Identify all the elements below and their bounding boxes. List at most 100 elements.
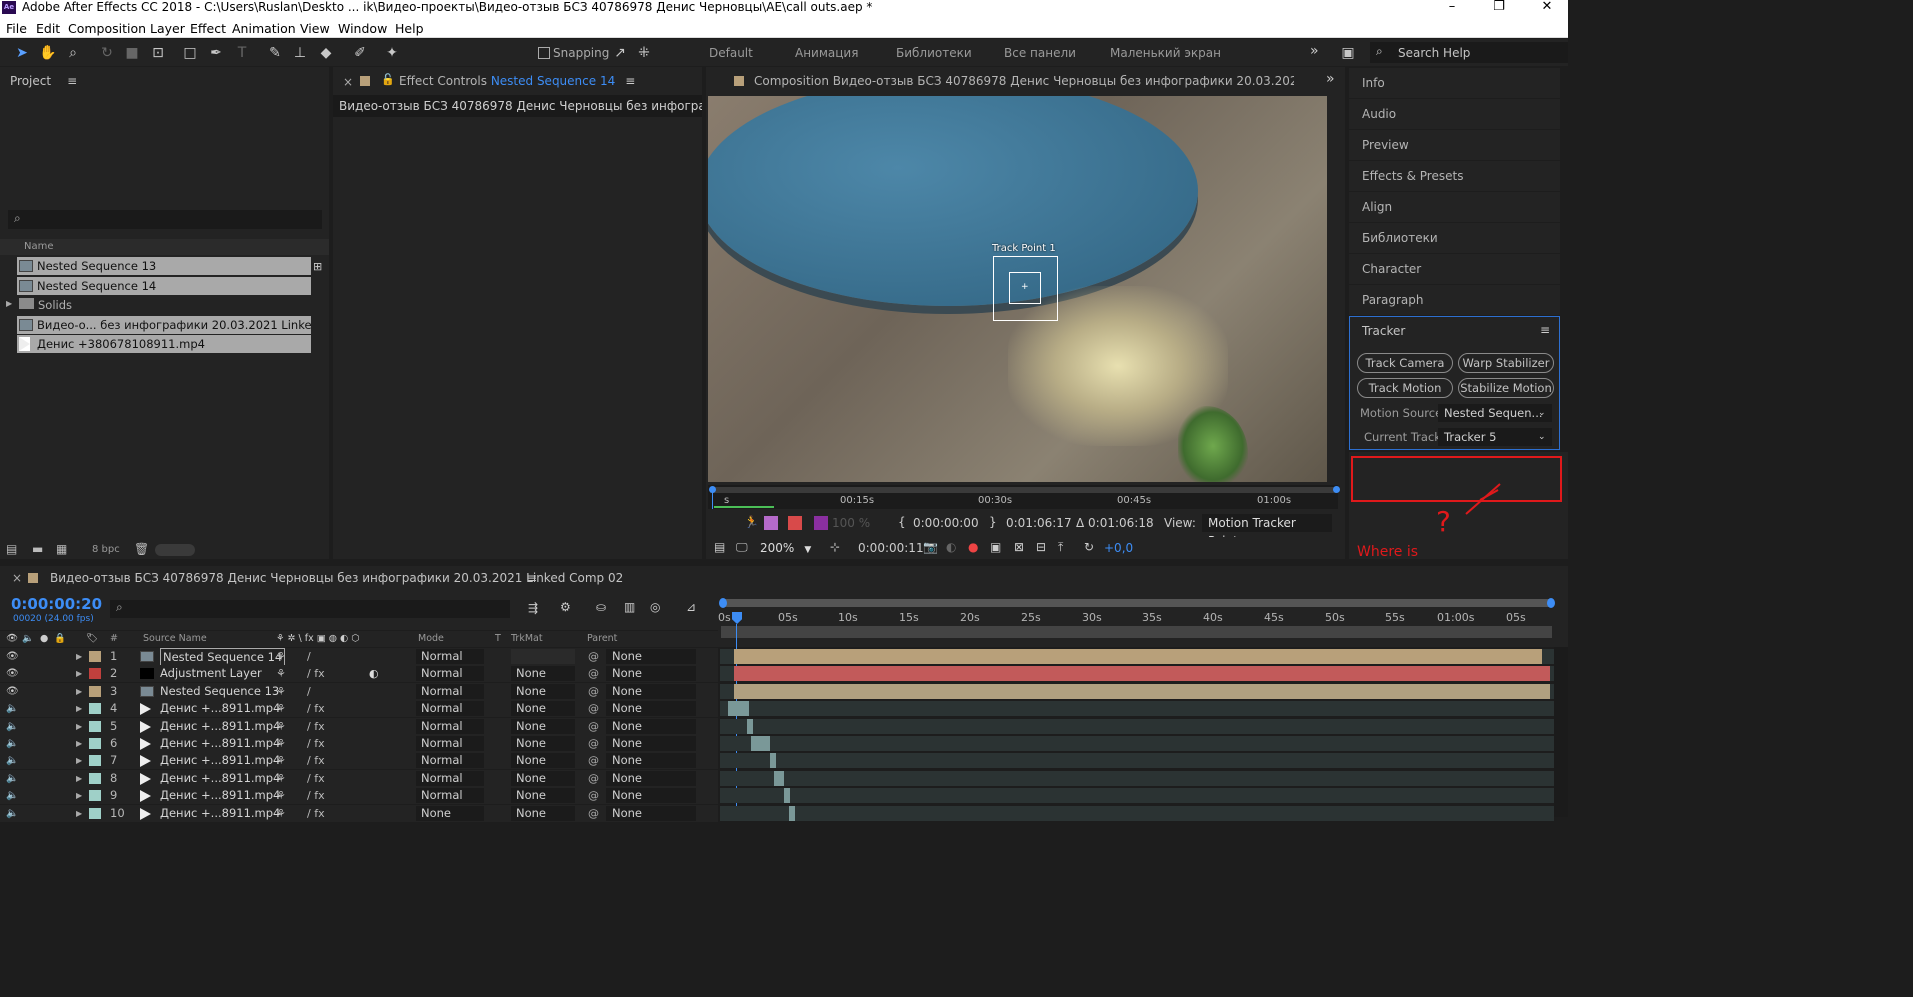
track-camera-button[interactable]: Track Camera <box>1357 353 1453 373</box>
fx-switch-icon[interactable]: / fx <box>307 700 325 717</box>
menu-window[interactable]: Window <box>338 21 387 36</box>
layer-label-color[interactable] <box>89 651 101 662</box>
timeline-current-time[interactable]: 0:00:00:20 <box>11 595 102 613</box>
comp-time-ruler[interactable]: s 00:15s 00:30s 00:45s 01:00s <box>708 485 1340 509</box>
roto-brush-tool-icon[interactable]: ✐ <box>350 43 370 63</box>
parent-pickwhip-icon[interactable]: @ <box>588 665 599 682</box>
layer-trkmat-dropdown[interactable]: None <box>511 753 575 769</box>
restore-button[interactable]: ❐ <box>1484 0 1514 16</box>
project-menu-icon[interactable]: ≡ <box>67 74 77 88</box>
work-area-bar[interactable] <box>721 626 1552 638</box>
current-track-dropdown[interactable]: Tracker 5 ⌄ <box>1438 428 1552 446</box>
menu-layer[interactable]: Layer <box>150 21 185 36</box>
workspaces-more[interactable]: » <box>1310 43 1319 59</box>
layer-name[interactable]: Nested Sequence 14 <box>160 648 286 667</box>
expand-triangle-icon[interactable]: ▶ <box>76 718 82 735</box>
sync-settings-icon[interactable]: ▣ <box>1338 43 1358 63</box>
layer-label-color[interactable] <box>89 790 101 802</box>
layer-label-color[interactable] <box>89 807 101 819</box>
zoom-dropdown[interactable]: 200% ▼ <box>756 539 824 557</box>
layer-trkmat-dropdown[interactable]: None <box>511 701 575 717</box>
camera-tool-icon[interactable]: ■ <box>122 43 142 63</box>
work-area-end-handle[interactable] <box>1333 486 1340 493</box>
layer-duration-bar[interactable] <box>728 701 749 717</box>
layer-row[interactable]: 🔈 ▶ 8 Денис +...8911.mp4 ⚘ / fx Normal None @ Non… <box>0 769 718 787</box>
audio-toggle-icon[interactable]: 🔈 <box>6 805 18 822</box>
timeline-menu-icon[interactable]: ≡ <box>527 566 537 590</box>
layer-trkmat-dropdown[interactable]: None <box>511 666 575 682</box>
motion-source-dropdown[interactable]: Nested Sequen... ⌄ <box>1438 404 1552 422</box>
snapping-checkbox[interactable] <box>538 47 550 59</box>
zoom-tool-icon[interactable]: ⌕ <box>63 43 83 63</box>
snapshot-icon[interactable]: 📷 <box>923 540 938 554</box>
layer-duration-bar[interactable] <box>733 649 1542 664</box>
panel-effects-presets[interactable]: Effects & Presets <box>1349 161 1560 191</box>
layer-mode-dropdown[interactable]: Normal <box>416 753 484 769</box>
layer-duration-bar[interactable] <box>733 683 1550 699</box>
fx-switch-icon[interactable]: / fx <box>307 752 325 769</box>
layer-parent-dropdown[interactable]: None <box>606 718 696 734</box>
close-tab-icon[interactable]: × <box>343 75 353 89</box>
audio-toggle-icon[interactable]: 🔈 <box>6 718 18 735</box>
expand-triangle-icon[interactable]: ▶ <box>76 752 82 769</box>
visibility-toggle-icon[interactable]: 👁 <box>6 665 19 682</box>
layer-mode-dropdown[interactable]: Normal <box>416 683 484 699</box>
project-item[interactable]: Nested Sequence 13 <box>17 257 311 275</box>
thumbnail-slider[interactable] <box>155 544 195 556</box>
timeline-search-input[interactable]: ⌕ <box>110 600 510 618</box>
channels-icon[interactable]: ● <box>968 540 978 554</box>
menu-edit[interactable]: Edit <box>36 21 60 36</box>
expand-triangle-icon[interactable]: ▶ <box>76 700 82 717</box>
track-point-attach-icon[interactable]: + <box>1021 282 1029 292</box>
expand-triangle-icon[interactable]: ▶ <box>76 770 82 787</box>
effect-controls-title[interactable]: Effect Controls Nested Sequence 14 ≡ <box>399 74 635 88</box>
fx-switch-icon[interactable]: / fx <box>307 665 325 682</box>
layer-name[interactable]: Денис +...8911.mp4 <box>160 805 280 822</box>
parent-pickwhip-icon[interactable]: @ <box>588 683 599 700</box>
header-source-name[interactable]: Source Name <box>143 631 207 647</box>
layer-name[interactable]: Денис +...8911.mp4 <box>160 770 280 787</box>
menu-file[interactable]: File <box>6 21 27 36</box>
fx-switch-icon[interactable]: / fx <box>307 735 325 752</box>
timeline-navigator[interactable] <box>721 599 1552 607</box>
parent-pickwhip-icon[interactable]: @ <box>588 718 599 735</box>
layer-parent-dropdown[interactable]: None <box>606 753 696 769</box>
expand-triangle-icon[interactable]: ▶ <box>76 787 82 804</box>
audio-toggle-icon[interactable]: 🔈 <box>6 770 18 787</box>
layer-duration-bar[interactable] <box>750 736 770 751</box>
layer-row[interactable]: 👁 ▶ 1 Nested Sequence 14 ⚘ / Normal @ None <box>0 648 718 667</box>
expand-triangle-icon[interactable]: ▶ <box>76 648 82 665</box>
label-header-icon[interactable]: 🏷 <box>86 631 98 647</box>
shy-switch-icon[interactable]: ⚘ <box>276 735 286 752</box>
comp-mini-flowchart-icon[interactable]: ⇶ <box>528 601 538 615</box>
project-item[interactable]: Видео-о... без инфографики 20.03.2021 Li… <box>17 316 311 334</box>
layer-trkmat-dropdown[interactable]: None <box>511 805 575 821</box>
3d-view-icon[interactable]: ⊟ <box>1036 540 1046 554</box>
set-out-point-icon[interactable]: } <box>989 515 997 529</box>
pan-behind-tool-icon[interactable]: ⊡ <box>148 43 168 63</box>
lock-icon[interactable]: 🔓 <box>381 73 395 86</box>
composition-viewer[interactable]: Track Point 1 + <box>708 96 1327 482</box>
layer-parent-dropdown[interactable]: None <box>606 805 696 821</box>
track-motion-button[interactable]: Track Motion <box>1357 378 1453 398</box>
layer-row[interactable]: 🔈 ▶ 6 Денис +...8911.mp4 ⚘ / fx Normal None @ Non… <box>0 735 718 752</box>
panel-libraries[interactable]: Библиотеки <box>1349 223 1560 253</box>
motion-path-icon[interactable]: 🏃 <box>744 515 759 529</box>
close-tab-icon[interactable]: × <box>12 566 22 590</box>
bit-depth-button[interactable]: 8 bpc <box>92 544 120 555</box>
composition-tab[interactable]: Composition Видео-отзыв БСЗ 40786978 Ден… <box>754 74 1294 88</box>
panel-info[interactable]: Info <box>1349 68 1560 98</box>
fast-previews-icon[interactable]: ⤒ <box>1058 540 1063 555</box>
layer-label-color[interactable] <box>89 720 101 732</box>
layer-mode-dropdown[interactable]: Normal <box>416 788 484 804</box>
layer-row[interactable]: 🔈 ▶ 5 Денис +...8911.mp4 ⚘ / fx Normal None @ Non… <box>0 717 718 735</box>
expand-triangle-icon[interactable]: ▶ <box>76 735 82 752</box>
layer-label-color[interactable] <box>89 755 101 767</box>
view-dropdown[interactable]: Motion Tracker Points <box>1202 514 1332 548</box>
layer-label-color[interactable] <box>89 668 101 680</box>
header-mode[interactable]: Mode <box>418 631 444 647</box>
resolution-icon[interactable]: ▣ <box>990 540 1001 554</box>
out-point-time[interactable]: 0:01:06:17 <box>1006 516 1072 530</box>
layer-label-color[interactable] <box>89 703 101 715</box>
solo-header-icon[interactable]: ● <box>40 631 48 647</box>
